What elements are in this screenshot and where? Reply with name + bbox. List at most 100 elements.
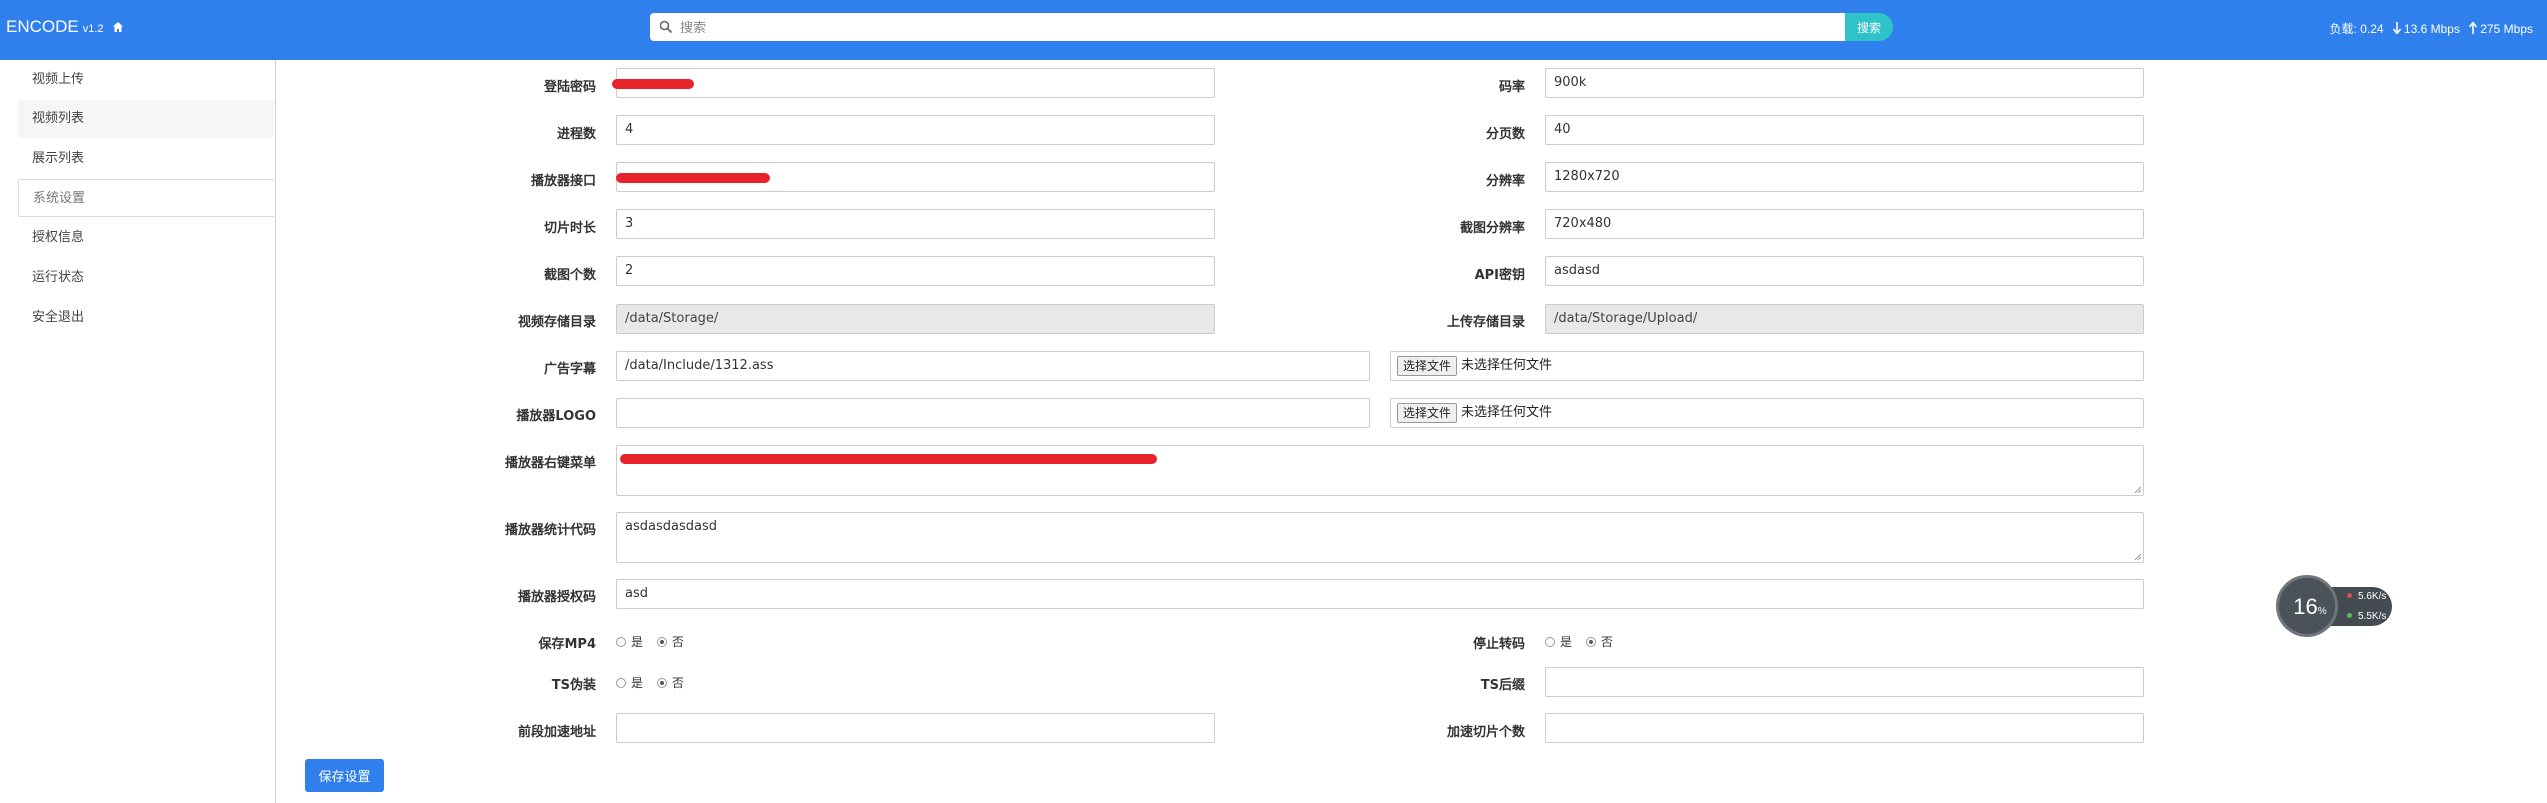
sidebar-item-label: 系统设置 xyxy=(33,191,86,206)
save-mp4-label: 保存MP4 xyxy=(538,637,596,652)
choose-file-button[interactable]: 选择文件 xyxy=(1397,403,1458,423)
redaction-mark xyxy=(616,173,770,183)
ts-disguise-label: TS伪装 xyxy=(551,678,596,693)
arrow-down-icon xyxy=(2392,22,2401,34)
download-speed-readout: 5.5K/s xyxy=(2347,611,2386,622)
ad-subtitle-input[interactable]: /data/Include/1312.ass xyxy=(616,351,1370,381)
upload-dir-label: 上传存储目录 xyxy=(1446,315,1525,330)
page-size-label: 分页数 xyxy=(1485,127,1525,142)
player-logo-label: 播放器LOGO xyxy=(516,409,596,424)
search-box xyxy=(650,13,1845,41)
server-stats: 负载: 0.24 13.6 Mbps 275 Mbps xyxy=(2330,20,2533,37)
cdn-address-label: 前段加速地址 xyxy=(517,725,596,740)
memory-usage-circle: 16% xyxy=(2276,575,2338,637)
stop-transcode-no-option[interactable]: 否 xyxy=(1585,635,1613,649)
ad-subtitle-label: 广告字幕 xyxy=(543,362,596,377)
login-password-label: 登陆密码 xyxy=(543,80,596,95)
no-file-text: 未选择任何文件 xyxy=(1461,405,1553,420)
save-settings-button[interactable]: 保存设置 xyxy=(305,759,384,792)
screenshot-count-label: 截图个数 xyxy=(543,268,596,283)
slice-duration-input[interactable]: 3 xyxy=(616,209,1215,239)
memory-usage-percent: 16% xyxy=(2293,594,2327,619)
stats-code-label: 播放器统计代码 xyxy=(504,523,596,538)
save-mp4-no-option[interactable]: 否 xyxy=(656,635,684,649)
context-menu-label: 播放器右键菜单 xyxy=(504,456,596,471)
ts-suffix-input[interactable] xyxy=(1545,667,2144,697)
ad-subtitle-file-picker: 选择文件 未选择任何文件 xyxy=(1390,351,2144,381)
page-size-input[interactable]: 40 xyxy=(1545,115,2144,145)
sidebar-item-label: 运行状态 xyxy=(32,270,85,285)
processes-label: 进程数 xyxy=(556,127,596,142)
sidebar-item-label: 授权信息 xyxy=(32,230,85,245)
auth-code-input[interactable]: asd xyxy=(616,579,2144,609)
top-bar: ENCODEv1.2 搜索 负载: 0.24 13.6 Mbps 275 Mbp… xyxy=(0,0,2547,60)
brand-link[interactable]: ENCODE v1.2 xyxy=(6,17,124,37)
processes-input[interactable]: 4 xyxy=(616,115,1215,145)
search-icon xyxy=(659,20,673,34)
brand-name: ENCODE xyxy=(6,17,79,36)
storage-dir-input: /data/Storage/ xyxy=(616,304,1215,334)
resize-grip-icon xyxy=(2134,553,2142,561)
radio-button-selected[interactable] xyxy=(656,637,667,647)
upload-speed-readout: 5.6K/s xyxy=(2347,591,2386,602)
download-speed: 13.6 Mbps xyxy=(2403,22,2460,36)
sidebar-item-label: 视频上传 xyxy=(32,72,85,87)
stats-code-textarea[interactable]: asdasdasdasd xyxy=(616,512,2144,563)
storage-dir-label: 视频存储目录 xyxy=(517,315,596,330)
upload-dir-input: /data/Storage/Upload/ xyxy=(1545,304,2144,334)
cdn-address-input[interactable] xyxy=(616,713,1215,743)
radio-button[interactable] xyxy=(616,637,626,647)
player-logo-input[interactable] xyxy=(616,398,1370,428)
save-mp4-yes-option[interactable]: 是 xyxy=(616,635,643,649)
radio-button[interactable] xyxy=(1545,637,1555,647)
version-label: v1.2 xyxy=(82,23,104,35)
login-password-input[interactable] xyxy=(616,68,1215,98)
api-key-input[interactable]: asdasd xyxy=(1545,256,2144,286)
auth-code-label: 播放器授权码 xyxy=(517,590,596,605)
upload-speed: 275 Mbps xyxy=(2480,22,2533,36)
sidebar: 视频上传 视频列表 展示列表 系统设置 授权信息 运行状态 安全退出 xyxy=(0,60,276,803)
upload-dot-icon xyxy=(2347,593,2352,598)
radio-button[interactable] xyxy=(616,678,626,688)
sidebar-item-video-upload[interactable]: 视频上传 xyxy=(18,61,274,99)
screenshot-resolution-input[interactable]: 720x480 xyxy=(1545,209,2144,239)
api-key-label: API密钥 xyxy=(1474,268,1525,283)
sidebar-item-license[interactable]: 授权信息 xyxy=(18,219,274,257)
arrow-up-icon xyxy=(2469,22,2478,34)
network-speed-widget[interactable]: 5.6K/s 5.5K/s 16% xyxy=(2276,575,2396,637)
context-menu-textarea[interactable] xyxy=(616,445,2144,496)
sidebar-item-system-settings[interactable]: 系统设置 xyxy=(18,179,274,217)
radio-button-selected[interactable] xyxy=(656,678,667,688)
search-button[interactable]: 搜索 xyxy=(1845,13,1893,41)
player-logo-file-picker: 选择文件 未选择任何文件 xyxy=(1390,398,2144,428)
redaction-mark xyxy=(620,454,1157,464)
cdn-slices-label: 加速切片个数 xyxy=(1446,725,1525,740)
ts-disguise-no-option[interactable]: 否 xyxy=(656,676,684,690)
load-value: 0.24 xyxy=(2360,22,2384,36)
sidebar-item-run-status[interactable]: 运行状态 xyxy=(18,259,274,297)
screenshot-resolution-label: 截图分辨率 xyxy=(1459,221,1525,236)
resolution-label: 分辨率 xyxy=(1485,174,1525,189)
slice-duration-label: 切片时长 xyxy=(543,221,596,236)
radio-button-selected[interactable] xyxy=(1585,637,1596,647)
stop-transcode-yes-option[interactable]: 是 xyxy=(1545,635,1572,649)
sidebar-item-logout[interactable]: 安全退出 xyxy=(18,299,274,337)
cdn-slices-input[interactable] xyxy=(1545,713,2144,743)
resize-grip-icon xyxy=(2134,486,2142,494)
stop-transcode-label: 停止转码 xyxy=(1472,637,1525,652)
redaction-mark xyxy=(612,79,694,89)
sidebar-item-video-list[interactable]: 视频列表 xyxy=(18,100,274,138)
save-mp4-radio-group: 是 否 xyxy=(616,633,694,650)
search-input[interactable] xyxy=(678,16,1832,40)
screenshot-count-input[interactable]: 2 xyxy=(616,256,1215,286)
load-label: 负载: xyxy=(2329,22,2357,36)
stats-code-value: asdasdasdasd xyxy=(625,519,717,534)
sidebar-item-label: 安全退出 xyxy=(32,310,85,325)
sidebar-item-label: 视频列表 xyxy=(32,111,85,126)
player-api-label: 播放器接口 xyxy=(530,174,596,189)
resolution-input[interactable]: 1280x720 xyxy=(1545,162,2144,192)
ts-disguise-yes-option[interactable]: 是 xyxy=(616,676,643,690)
choose-file-button[interactable]: 选择文件 xyxy=(1397,356,1458,376)
sidebar-item-display-list[interactable]: 展示列表 xyxy=(18,140,274,178)
bitrate-input[interactable]: 900k xyxy=(1545,68,2144,98)
